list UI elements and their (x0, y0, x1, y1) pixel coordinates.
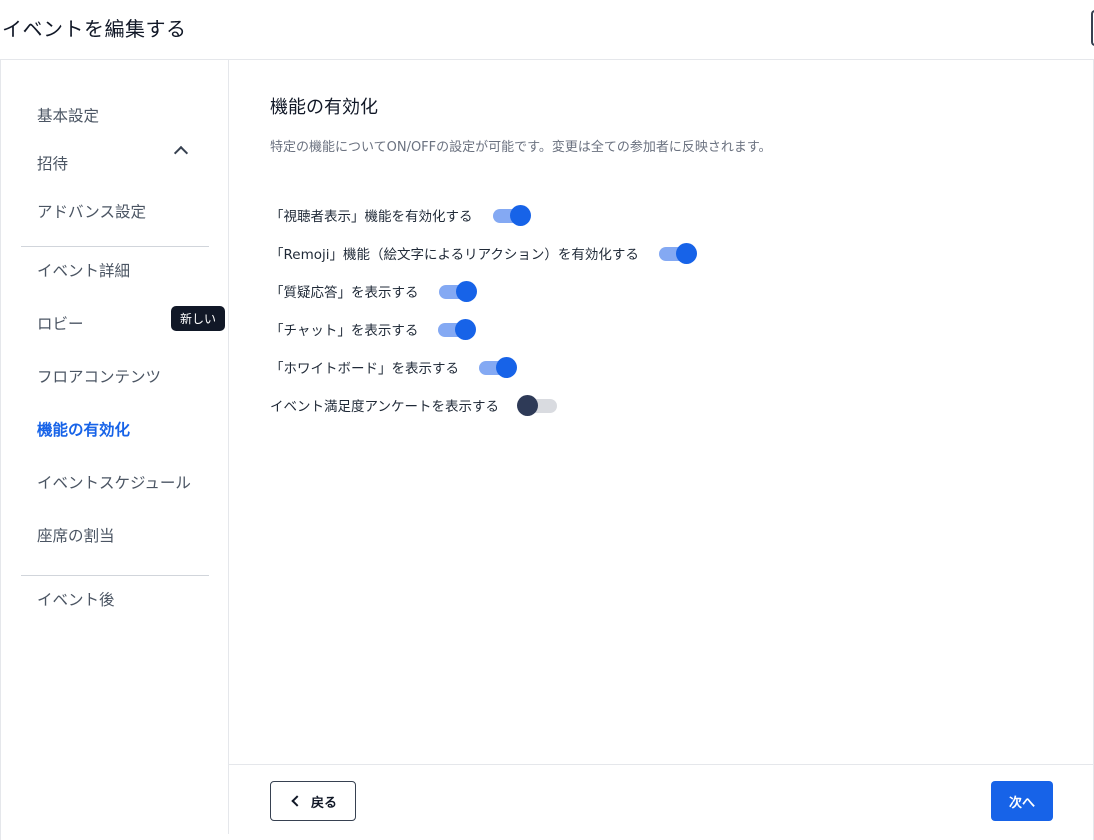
sidebar-item-basic-settings[interactable]: 基本設定 (37, 104, 99, 126)
next-button-label: 次へ (1008, 795, 1035, 811)
sidebar-item-event-schedule[interactable]: イベントスケジュール (37, 471, 191, 493)
sidebar-item-floor-contents[interactable]: フロアコンテンツ (37, 365, 161, 387)
page-title: イベントを編集する (2, 17, 187, 41)
sidebar-item-feature-activation[interactable]: 機能の有効化 (37, 418, 130, 440)
back-button-label: 戻る (310, 795, 337, 811)
feature-row-whiteboard: 「ホワイトボード」を表示する (270, 355, 517, 379)
sidebar-divider (21, 575, 209, 576)
sidebar (0, 60, 229, 834)
sidebar-item-lobby[interactable]: ロビー (37, 312, 84, 334)
qa-toggle[interactable] (438, 280, 477, 302)
sidebar-item-advanced-settings[interactable]: アドバンス設定 (37, 200, 146, 222)
feature-label: 「チャット」を表示する (270, 323, 419, 339)
section-title: 機能の有効化 (270, 97, 378, 118)
feature-row-qa: 「質疑応答」を表示する (270, 279, 477, 303)
whiteboard-toggle[interactable] (479, 356, 517, 378)
feature-row-survey: イベント満足度アンケートを表示する (270, 393, 557, 417)
sidebar-item-invite[interactable]: 招待 (37, 152, 68, 174)
chevron-left-icon (291, 795, 303, 807)
new-badge: 新しい (171, 306, 225, 331)
feature-label: 「質疑応答」を表示する (270, 285, 419, 301)
feature-label: 「ホワイトボード」を表示する (270, 361, 459, 377)
feature-row-remoji: 「Remoji」機能（絵文字によるリアクション）を有効化する (270, 241, 697, 265)
chat-toggle[interactable] (438, 318, 477, 340)
feature-row-chat: 「チャット」を表示する (270, 317, 477, 341)
feature-label: 「Remoji」機能（絵文字によるリアクション）を有効化する (270, 247, 639, 263)
survey-toggle[interactable] (516, 394, 557, 416)
next-button[interactable]: 次へ (991, 781, 1053, 821)
feature-label: 「視聴者表示」機能を有効化する (270, 209, 473, 225)
back-button[interactable]: 戻る (270, 781, 356, 821)
feature-label: イベント満足度アンケートを表示する (270, 399, 499, 415)
viewer-display-toggle[interactable] (492, 204, 531, 226)
sidebar-item-seat-assignment[interactable]: 座席の割当 (37, 524, 115, 546)
feature-row-viewer-display: 「視聴者表示」機能を有効化する (270, 203, 531, 227)
section-description: 特定の機能についてON/OFFの設定が可能です。変更は全ての参加者に反映されます… (270, 140, 772, 155)
footer (229, 764, 1094, 834)
sidebar-item-post-event[interactable]: イベント後 (37, 588, 115, 610)
remoji-toggle[interactable] (658, 242, 697, 264)
sidebar-divider (21, 246, 209, 247)
page-header: イベントを編集する (0, 0, 1094, 60)
sidebar-item-event-details[interactable]: イベント詳細 (37, 259, 130, 281)
